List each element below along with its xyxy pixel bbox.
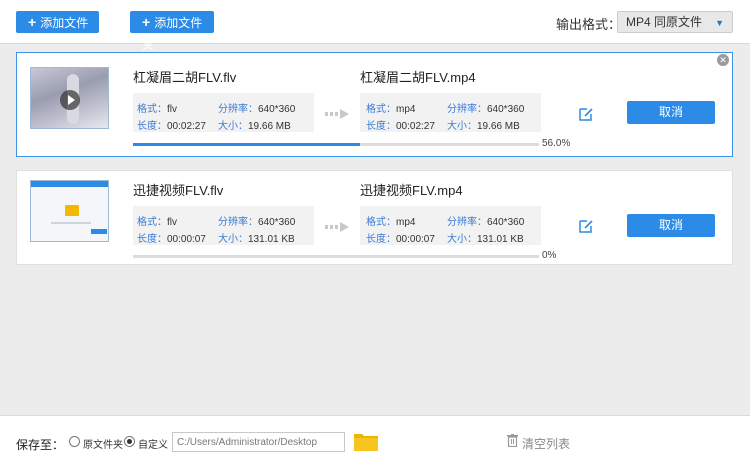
clear-list-button[interactable]: 清空列表: [522, 435, 570, 452]
add-file-label: 添加文件: [40, 16, 89, 30]
toolbar: + 添加文件 + 添加文件夹 输出格式： MP4 同原文件 ▼: [0, 0, 750, 52]
target-resolution: 分辨率：640*360: [447, 217, 525, 228]
progress-fill: [133, 143, 361, 146]
save-to-label: 保存至：: [16, 438, 65, 452]
radio-original-folder[interactable]: [69, 436, 80, 447]
folder-icon[interactable]: [354, 432, 378, 451]
source-resolution: 分辨率：640*360: [218, 104, 296, 115]
play-icon[interactable]: [60, 90, 80, 110]
source-info-box: 格式：flv 分辨率：640*360 长度：00:00:07 大小：131.01…: [133, 206, 314, 245]
target-info-box: 格式：mp4 分辨率：640*360 长度：00:02:27 大小：19.66 …: [360, 93, 541, 132]
close-icon[interactable]: ✕: [717, 54, 729, 66]
output-format-label: 输出格式：: [556, 17, 622, 32]
source-size: 大小：19.66 MB: [218, 121, 291, 132]
cancel-button[interactable]: 取消: [627, 214, 715, 237]
video-thumbnail: [30, 180, 109, 242]
thumbnail-titlebar: [31, 181, 108, 187]
progress-bar: [133, 255, 539, 258]
target-file-name: 迅捷视频FLV.mp4: [360, 183, 463, 198]
folder-icon: [65, 205, 79, 216]
source-duration: 长度：00:00:07: [137, 234, 206, 245]
source-format: 格式：flv: [137, 104, 177, 115]
source-file-name: 迅捷视频FLV.flv: [133, 183, 224, 198]
add-folder-label: 添加文件夹: [142, 16, 203, 52]
plus-icon: +: [28, 14, 37, 30]
source-format: 格式：flv: [137, 217, 177, 228]
output-format-select[interactable]: MP4 同原文件 ▼: [617, 11, 733, 33]
target-resolution: 分辨率：640*360: [447, 104, 525, 115]
plus-icon: +: [142, 14, 151, 30]
target-format: 格式：mp4: [366, 104, 416, 115]
source-size: 大小：131.01 KB: [218, 234, 295, 245]
radio-custom[interactable]: [124, 436, 135, 447]
progress-percent: 0%: [542, 250, 557, 261]
caret-down-icon: ▼: [715, 18, 724, 28]
footer: 保存至： 原文件夹 自定义 清空列表: [0, 415, 750, 467]
target-format: 格式：mp4: [366, 217, 416, 228]
video-thumbnail: [30, 67, 109, 129]
target-file-name: 杠凝眉二胡FLV.mp4: [360, 70, 476, 85]
source-file-name: 杠凝眉二胡FLV.flv: [133, 70, 237, 85]
target-size: 大小：131.01 KB: [447, 234, 524, 245]
add-folder-button[interactable]: + 添加文件夹: [130, 11, 214, 52]
task-card[interactable]: ✕ 杠凝眉二胡FLV.flv 格式：flv 分辨率：640*360 长度：00:…: [16, 52, 733, 157]
arrow-right-icon: [325, 222, 349, 232]
arrow-right-icon: [325, 109, 349, 119]
progress-bar: [133, 143, 539, 146]
source-duration: 长度：00:02:27: [137, 121, 206, 132]
output-path-input[interactable]: [172, 432, 345, 452]
target-duration: 长度：00:00:07: [366, 234, 435, 245]
cancel-button[interactable]: 取消: [627, 101, 715, 124]
radio-custom-label[interactable]: 自定义: [138, 436, 168, 451]
target-size: 大小：19.66 MB: [447, 121, 520, 132]
output-format-value: MP4 同原文件: [626, 15, 703, 29]
source-resolution: 分辨率：640*360: [218, 217, 296, 228]
task-card[interactable]: 迅捷视频FLV.flv 格式：flv 分辨率：640*360 长度：00:00:…: [16, 170, 733, 265]
edit-icon[interactable]: [578, 106, 594, 122]
edit-icon[interactable]: [578, 218, 594, 234]
add-file-button[interactable]: + 添加文件: [16, 11, 99, 33]
radio-original-label[interactable]: 原文件夹: [83, 436, 123, 451]
trash-icon[interactable]: [507, 434, 518, 447]
target-duration: 长度：00:02:27: [366, 121, 435, 132]
thumbnail-button: [91, 229, 107, 234]
progress-percent: 56.0%: [542, 138, 571, 149]
source-info-box: 格式：flv 分辨率：640*360 长度：00:02:27 大小：19.66 …: [133, 93, 314, 132]
thumbnail-line: [51, 222, 91, 224]
target-info-box: 格式：mp4 分辨率：640*360 长度：00:00:07 大小：131.01…: [360, 206, 541, 245]
